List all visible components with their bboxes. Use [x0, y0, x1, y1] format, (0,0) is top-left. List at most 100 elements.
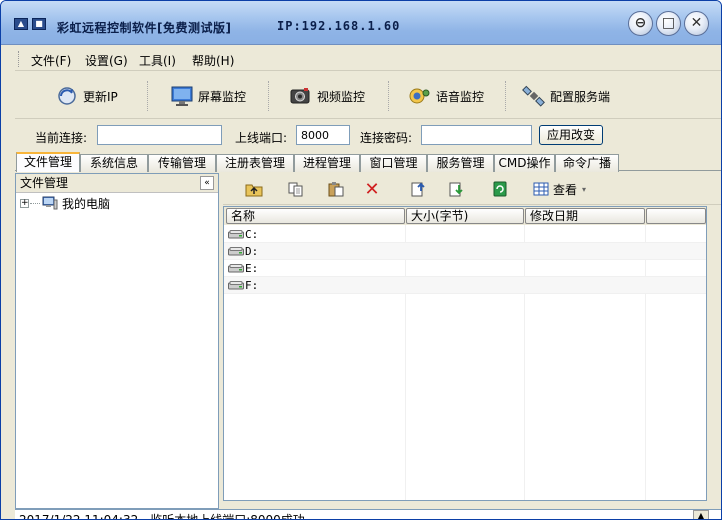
configure-server-button[interactable]: 配置服务端: [522, 81, 610, 111]
connection-password-input[interactable]: [421, 125, 532, 145]
maximize-button[interactable]: □: [656, 11, 681, 36]
tab-file-manager[interactable]: 文件管理: [16, 152, 80, 172]
download-icon: [449, 182, 463, 197]
upload-button[interactable]: [407, 179, 429, 199]
restore-small-icon[interactable]: ▲: [14, 18, 28, 30]
menu-grip[interactable]: [18, 51, 21, 67]
refresh-icon: [493, 181, 507, 197]
menu-bar: 文件(F) 设置(G) 工具(I) 帮助(H): [15, 47, 721, 71]
connection-bar: 当前连接: 上线端口: 连接密码: 应用改变: [15, 121, 721, 151]
drive-row-f[interactable]: F:: [224, 277, 706, 294]
video-monitor-label: 视频监控: [317, 89, 366, 104]
delete-icon: ✕: [364, 178, 380, 200]
online-port-input[interactable]: [296, 125, 350, 145]
collapse-pane-button[interactable]: «: [200, 176, 214, 190]
speaker-icon: [408, 85, 432, 107]
file-tree-header: 文件管理 «: [16, 174, 218, 193]
log-scroll-up-button[interactable]: ▲: [693, 510, 709, 519]
file-toolbar: ✕ 查看 ▾: [223, 173, 721, 205]
view-dropdown-icon[interactable]: ▾: [579, 179, 589, 199]
update-ip-button[interactable]: 更新IP: [55, 81, 118, 111]
connection-password-label: 连接密码:: [360, 131, 413, 145]
column-extra[interactable]: [646, 208, 706, 224]
file-list-header: 名称 大小(字节) 修改日期: [224, 207, 706, 225]
drive-row-d[interactable]: D:: [224, 243, 706, 260]
drive-icon: [228, 230, 244, 239]
window-title: 彩虹远程控制软件[免费测试版]: [57, 21, 232, 35]
voice-monitor-label: 语音监控: [436, 89, 485, 104]
screen-monitor-label: 屏幕监控: [198, 89, 247, 104]
local-ip: IP:192.168.1.60: [277, 19, 401, 33]
up-folder-button[interactable]: [243, 179, 265, 199]
current-connection-input[interactable]: [97, 125, 222, 145]
configure-server-label: 配置服务端: [550, 89, 611, 104]
drive-row-e[interactable]: E:: [224, 260, 706, 277]
update-ip-label: 更新IP: [83, 89, 118, 104]
delete-button[interactable]: ✕: [361, 178, 383, 200]
drive-icon: [228, 281, 244, 290]
copy-icon: [288, 182, 303, 197]
tab-cmd[interactable]: CMD操作: [494, 154, 555, 172]
tree-item-my-computer[interactable]: + 我的电脑: [20, 195, 110, 211]
menu-tools[interactable]: 工具(I): [139, 52, 176, 69]
main-toolbar: 更新IP 屏幕监控 视频监控 语音监控 配置服务端: [15, 73, 721, 119]
online-port-label: 上线端口:: [235, 131, 288, 145]
file-list[interactable]: 名称 大小(字节) 修改日期 C: D: E: F:: [223, 206, 707, 501]
refresh-button[interactable]: [489, 179, 511, 199]
camera-icon: [289, 85, 313, 107]
column-modified[interactable]: 修改日期: [525, 208, 645, 224]
download-button[interactable]: [445, 179, 467, 199]
view-grid-icon: [533, 182, 549, 196]
refresh-globe-icon: [55, 85, 79, 107]
status-log: 2017/1/22 11:04:32 - 监听本地上线端口:8000成功 ▲: [15, 509, 721, 520]
video-monitor-button[interactable]: 视频监控: [289, 81, 365, 111]
tab-strip: 文件管理 系统信息 传输管理 注册表管理 进程管理 窗口管理 服务管理 CMD操…: [15, 152, 721, 172]
app-window: ▲ ■ 彩虹远程控制软件[免费测试版] IP:192.168.1.60 ⊖ □ …: [0, 0, 722, 520]
minimize-button[interactable]: ⊖: [628, 11, 653, 36]
computer-icon: [42, 196, 58, 210]
file-tree-title: 文件管理: [20, 176, 69, 190]
tab-service-manager[interactable]: 服务管理: [427, 154, 494, 172]
copy-button[interactable]: [285, 179, 307, 199]
screen-monitor-button[interactable]: 屏幕监控: [170, 81, 246, 111]
menu-file[interactable]: 文件(F): [31, 52, 71, 69]
status-log-text: 2017/1/22 11:04:32 - 监听本地上线端口:8000成功: [19, 513, 305, 520]
tab-transfer-manager[interactable]: 传输管理: [148, 154, 216, 172]
satellite-icon: [522, 85, 546, 107]
tree-connector: [30, 202, 40, 204]
file-tree-pane: 文件管理 « + 我的电脑: [15, 173, 219, 509]
drive-icon: [228, 247, 244, 256]
toolbar-separator: [268, 81, 269, 111]
menu-help[interactable]: 帮助(H): [192, 52, 234, 69]
tree-item-label: 我的电脑: [62, 196, 111, 211]
tab-system-info[interactable]: 系统信息: [80, 154, 148, 172]
apply-changes-button[interactable]: 应用改变: [539, 125, 603, 145]
tab-registry-manager[interactable]: 注册表管理: [216, 154, 294, 172]
toolbar-separator: [388, 81, 389, 111]
voice-monitor-button[interactable]: 语音监控: [408, 81, 484, 111]
drive-name: C:: [245, 228, 259, 241]
paste-icon: [328, 182, 344, 197]
close-button[interactable]: ✕: [684, 11, 709, 36]
view-menu-button[interactable]: 查看: [525, 179, 585, 199]
tab-window-manager[interactable]: 窗口管理: [360, 154, 427, 172]
toolbar-separator: [505, 81, 506, 111]
tab-process-manager[interactable]: 进程管理: [294, 154, 360, 172]
drive-icon: [228, 264, 244, 273]
upload-icon: [411, 182, 425, 197]
menu-settings[interactable]: 设置(G): [85, 52, 128, 69]
monitor-icon: [170, 85, 194, 107]
right-margin: [708, 206, 721, 501]
column-size[interactable]: 大小(字节): [406, 208, 524, 224]
paste-button[interactable]: [325, 179, 347, 199]
tab-command-broadcast[interactable]: 命令广播: [555, 154, 619, 172]
drive-row-c[interactable]: C:: [224, 226, 706, 243]
up-folder-icon: [245, 184, 263, 197]
drive-name: D:: [245, 245, 259, 258]
drive-name: E:: [245, 262, 259, 275]
app-menu-icon[interactable]: ■: [32, 18, 46, 30]
expand-icon[interactable]: +: [20, 198, 29, 208]
toolbar-separator: [147, 81, 148, 111]
column-name[interactable]: 名称: [226, 208, 405, 224]
title-bar[interactable]: ▲ ■ 彩虹远程控制软件[免费测试版] IP:192.168.1.60 ⊖ □ …: [1, 1, 721, 45]
